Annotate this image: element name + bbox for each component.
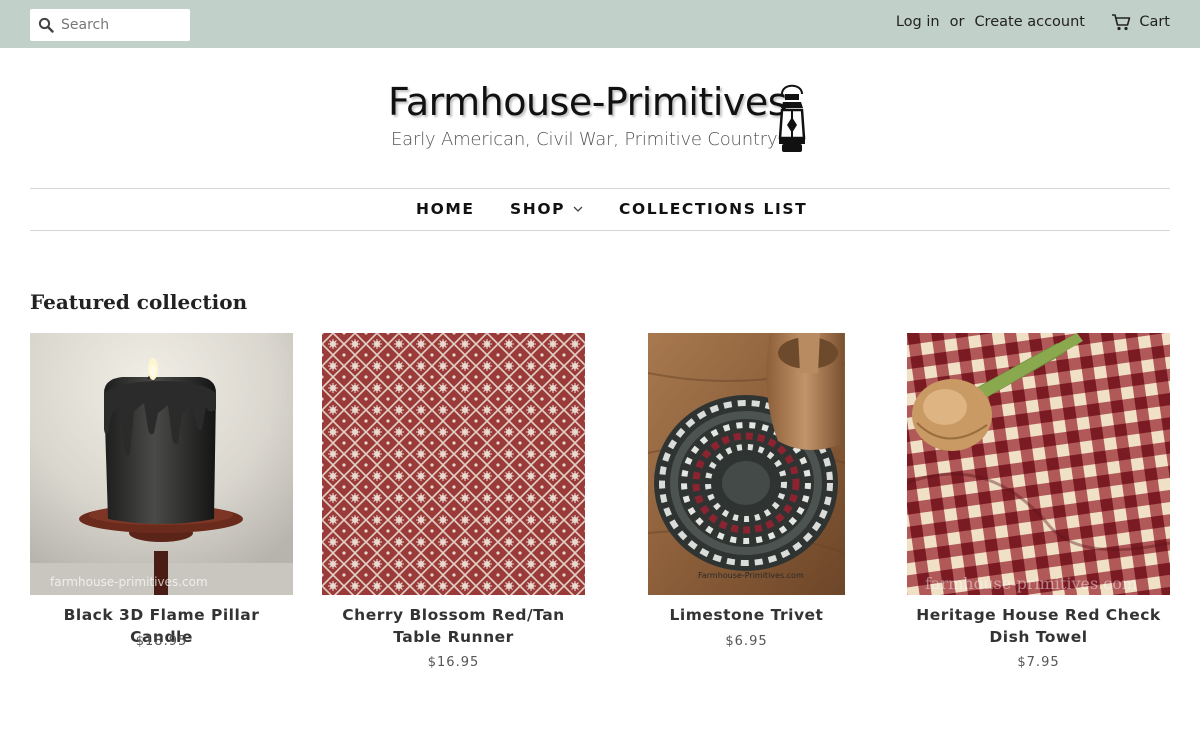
- nav-collections-list[interactable]: COLLECTIONS LIST: [619, 200, 807, 218]
- login-link[interactable]: Log in: [896, 14, 940, 30]
- watermark-text: Farmhouse-Primitives.com: [698, 571, 804, 580]
- product-name[interactable]: Limestone Trivet: [615, 604, 878, 626]
- watermark-text: farmhouse-primitives.com: [925, 574, 1137, 593]
- create-account-link[interactable]: Create account: [974, 14, 1085, 30]
- search-icon[interactable]: [38, 17, 54, 33]
- product-price: $18.95: [135, 634, 188, 649]
- store-logo[interactable]: Farmhouse-Primitives Early American, Civ…: [388, 78, 813, 162]
- nav-shop[interactable]: SHOP: [510, 200, 583, 218]
- search-input[interactable]: [61, 17, 176, 33]
- lantern-icon: [778, 84, 806, 152]
- main-nav: HOME SHOP COLLECTIONS LIST: [30, 188, 1170, 231]
- product-name[interactable]: Cherry Blossom Red/Tan Table Runner: [322, 604, 585, 648]
- cart-link[interactable]: Cart: [1111, 13, 1170, 31]
- product-image-candle[interactable]: farmhouse-primitives.com: [30, 333, 293, 595]
- or-text: or: [949, 14, 965, 30]
- chevron-down-icon: [573, 206, 583, 212]
- cart-icon: [1112, 14, 1131, 31]
- nav-home[interactable]: HOME: [416, 200, 475, 218]
- product-price: $7.95: [1017, 655, 1060, 670]
- product-image-trivet[interactable]: Farmhouse-Primitives.com: [648, 333, 845, 595]
- nav-collections-label: COLLECTIONS LIST: [619, 200, 808, 218]
- product-image-table-runner[interactable]: [322, 333, 585, 595]
- logo-title: Farmhouse-Primitives: [388, 80, 788, 124]
- cart-label: Cart: [1139, 14, 1170, 30]
- featured-collection-title: Featured collection: [30, 290, 248, 314]
- product-image-dish-towel[interactable]: farmhouse-primitives.com: [907, 333, 1170, 595]
- top-bar: Log in or Create account Cart: [0, 0, 1200, 48]
- logo-tagline: Early American, Civil War, Primitive Cou…: [391, 129, 778, 150]
- account-links: Log in or Create account: [896, 14, 1085, 30]
- search-box[interactable]: [30, 9, 190, 41]
- watermark-text: farmhouse-primitives.com: [50, 575, 208, 589]
- product-price: $16.95: [427, 655, 480, 670]
- nav-home-label: HOME: [416, 200, 475, 218]
- nav-shop-label: SHOP: [510, 200, 566, 218]
- product-price: $6.95: [725, 634, 768, 649]
- product-name[interactable]: Heritage House Red Check Dish Towel: [907, 604, 1170, 648]
